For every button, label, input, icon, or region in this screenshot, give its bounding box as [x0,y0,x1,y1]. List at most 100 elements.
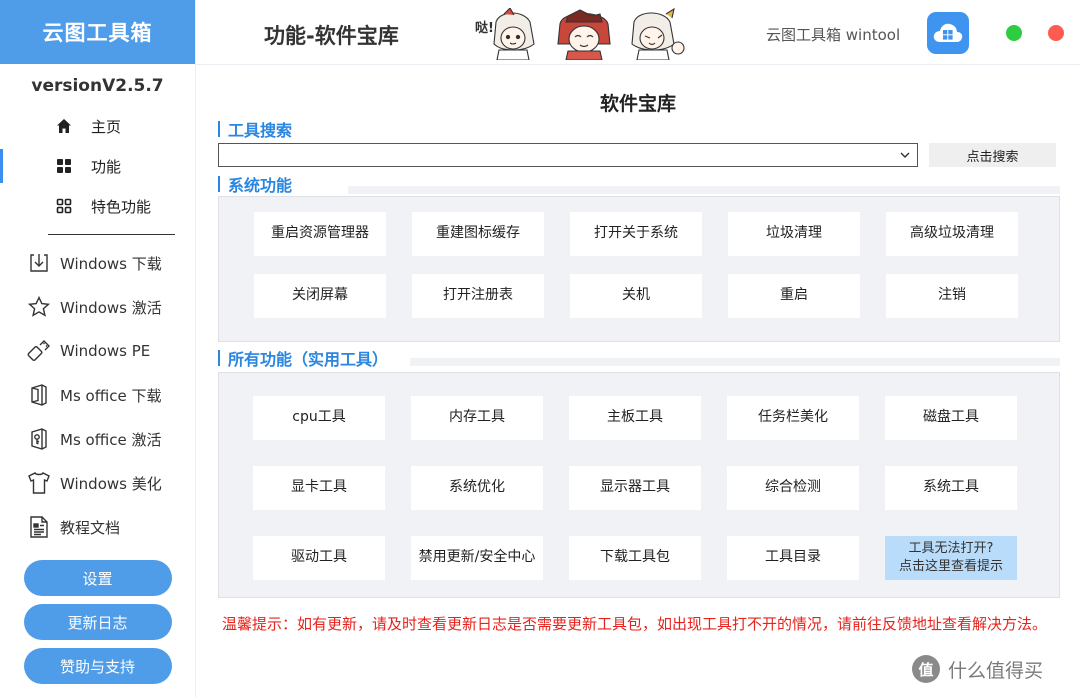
sidebar: 云图工具箱 versionV2.5.7 主页 功能 特色功能 Windows 下… [0,0,196,697]
motherboard-tool-button[interactable]: 主板工具 [569,396,701,440]
tool-directory-button[interactable]: 工具目录 [727,536,859,580]
restart-button[interactable]: 重启 [728,274,860,318]
cloud-button[interactable] [927,12,969,54]
main-nav: 主页 功能 特色功能 [0,106,195,226]
advanced-cleanup-button[interactable]: 高级垃圾清理 [886,212,1018,256]
grid-icon [55,157,73,175]
watermark-text: 什么值得买 [948,659,1044,682]
junk-cleanup-button[interactable]: 垃圾清理 [728,212,860,256]
office-key-icon [26,426,52,452]
search-section-label: 工具搜索 [218,117,292,141]
mascot-illustration: 哒! [475,8,685,60]
rebuild-icon-cache-button[interactable]: 重建图标缓存 [412,212,544,256]
version-label: versionV2.5.7 [31,76,164,96]
grid-outline-icon [55,197,73,215]
search-input[interactable] [223,145,897,167]
overall-check-button[interactable]: 综合检测 [727,466,859,510]
search-combobox[interactable] [218,143,918,167]
tool-label: 教程文档 [60,518,121,537]
shutdown-button[interactable]: 关机 [570,274,702,318]
mascot-figure [557,9,611,60]
help-hint-button[interactable]: 工具无法打开? 点击这里查看提示 [885,536,1017,580]
cloud-windows-icon [933,23,963,42]
disable-update-button[interactable]: 禁用更新/安全中心 [411,536,543,580]
all-tools-section-label: 所有功能（实用工具） [218,346,388,370]
system-optimize-button[interactable]: 系统优化 [411,466,543,510]
settings-button[interactable]: 设置 [23,560,172,596]
nav-divider [48,234,175,235]
logout-button[interactable]: 注销 [886,274,1018,318]
sidebar-item-windows-download[interactable]: Windows 下载 [0,241,195,285]
sidebar-item-tutorial-docs[interactable]: 教程文档 [0,505,195,549]
disk-tool-button[interactable]: 磁盘工具 [885,396,1017,440]
nav-item-label: 特色功能 [91,197,152,216]
taskbar-beautify-button[interactable]: 任务栏美化 [727,396,859,440]
section-label-text: 系统功能 [228,176,293,195]
mascot-figure [631,8,685,60]
about-system-button[interactable]: 打开关于系统 [570,212,702,256]
nav-item-label: 主页 [91,117,122,136]
open-registry-button[interactable]: 打开注册表 [412,274,544,318]
minimize-button[interactable] [1006,25,1022,41]
section-label-text: 所有功能（实用工具） [228,350,389,369]
tool-label: Windows 美化 [60,474,162,493]
star-icon [26,294,52,320]
system-functions-grid: 重启资源管理器 重建图标缓存 打开关于系统 垃圾清理 高级垃圾清理 关闭屏幕 打… [254,212,1018,318]
tool-label: Ms office 下载 [60,386,162,405]
screen-off-button[interactable]: 关闭屏幕 [254,274,386,318]
gpu-tool-button[interactable]: 显卡工具 [253,466,385,510]
nav-item-functions[interactable]: 功能 [0,146,195,186]
help-hint-text: 工具无法打开? 点击这里查看提示 [899,540,1003,576]
nav-item-featured[interactable]: 特色功能 [0,186,195,226]
download-icon [26,250,52,276]
header-bar: 功能-软件宝库 哒! 云图工具箱 wintool [196,0,1080,65]
watermark-badge: 值 [912,655,940,683]
help-hint-line: 工具无法打开? [908,540,994,556]
restart-explorer-button[interactable]: 重启资源管理器 [254,212,386,256]
monitor-tool-button[interactable]: 显示器工具 [569,466,701,510]
home-icon [55,117,73,135]
tool-label: Windows 下载 [60,254,162,273]
memory-tool-button[interactable]: 内存工具 [411,396,543,440]
section-bar [218,121,220,137]
section-bar [218,176,220,192]
office-icon [26,382,52,408]
section-divider [410,358,1060,366]
close-button[interactable] [1048,25,1064,41]
section-bar [218,350,220,366]
all-tools-grid: cpu工具 内存工具 主板工具 任务栏美化 磁盘工具 显卡工具 系统优化 显示器… [253,396,1017,580]
tool-label: Ms office 激活 [60,430,162,449]
sidebar-item-windows-pe[interactable]: Windows PE [0,329,195,373]
app-brand: 云图工具箱 [0,0,195,64]
nav-item-label: 功能 [91,157,122,176]
sidebar-item-windows-beautify[interactable]: Windows 美化 [0,461,195,505]
page-title: 功能-软件宝库 [264,24,399,48]
tshirt-icon [26,470,52,496]
download-toolkit-button[interactable]: 下载工具包 [569,536,701,580]
nav-item-home[interactable]: 主页 [0,106,195,146]
sidebar-item-office-download[interactable]: Ms office 下载 [0,373,195,417]
driver-tool-button[interactable]: 驱动工具 [253,536,385,580]
system-section-label: 系统功能 [218,172,292,196]
content-title: 软件宝库 [599,93,676,115]
support-button[interactable]: 赞助与支持 [23,648,172,684]
warning-notice: 温馨提示：如有更新，请及时查看更新日志是否需要更新工具包，如出现工具打不开的情况… [222,615,1048,633]
chevron-down-icon[interactable] [897,146,913,164]
document-icon [26,514,52,540]
usb-icon [26,338,52,364]
system-tool-button[interactable]: 系统工具 [885,466,1017,510]
sidebar-buttons: 设置 更新日志 赞助与支持 [0,560,195,692]
section-divider [348,186,1060,194]
section-label-text: 工具搜索 [228,121,293,140]
tool-list: Windows 下载 Windows 激活 Windows PE Ms offi… [0,241,195,549]
brand-label: 云图工具箱 wintool [766,26,901,44]
changelog-button[interactable]: 更新日志 [23,604,172,640]
help-hint-line: 点击这里查看提示 [898,559,1003,574]
search-button[interactable]: 点击搜索 [929,143,1056,167]
sidebar-item-windows-activate[interactable]: Windows 激活 [0,285,195,329]
mascot-text: 哒! [475,20,494,36]
tool-label: Windows 激活 [60,298,162,317]
watermark: 值 什么值得买 [912,655,1043,683]
cpu-tool-button[interactable]: cpu工具 [253,396,385,440]
sidebar-item-office-activate[interactable]: Ms office 激活 [0,417,195,461]
